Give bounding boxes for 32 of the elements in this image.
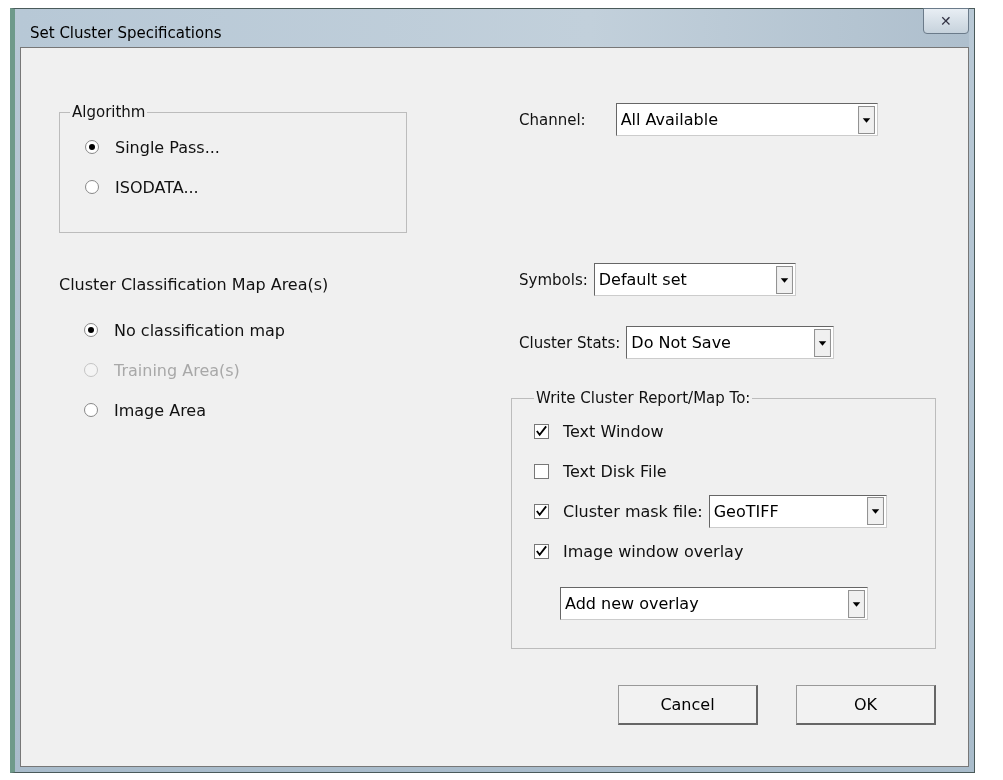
checkbox-label: Image window overlay [563,541,744,561]
radio-label: Image Area [114,400,206,420]
close-button[interactable]: ✕ [923,8,969,34]
field-label: Cluster Stats: [519,333,621,352]
radio-button[interactable] [84,403,98,417]
radio-label: ISODATA... [115,177,199,197]
group-label: Write Cluster Report/Map To: [535,389,752,407]
overlay-dropdown[interactable]: Add new overlay [560,587,868,620]
checkbox-label: Text Disk File [563,461,667,481]
window-title: Set Cluster Specifications [30,24,222,42]
symbols-dropdown[interactable]: Default set [593,263,796,296]
checkbox-label: Text Window [563,421,664,441]
radio-button[interactable] [85,180,99,194]
channel-dropdown[interactable]: All Available [615,103,878,136]
checkbox[interactable] [534,423,549,439]
radio-label: No classification map [114,320,285,340]
radio-label: Single Pass... [115,137,220,157]
field-label: Channel: [519,110,586,129]
checkbox[interactable] [534,503,549,519]
radio-label: Training Area(s) [114,360,240,380]
format-dropdown[interactable]: GeoTIFF [708,494,887,528]
radio-button[interactable] [84,323,98,337]
ok-button[interactable]: OK [796,685,936,725]
checkbox[interactable] [534,463,549,479]
checkbox[interactable] [534,543,549,559]
radio-button[interactable] [85,140,99,154]
section-label: Cluster Classification Map Area(s) [59,275,330,294]
cluster-stats-dropdown[interactable]: Do Not Save [626,326,835,359]
cancel-button[interactable]: Cancel [618,685,758,725]
checkbox-label: Cluster mask file: [563,501,703,521]
field-label: Symbols: [519,270,588,289]
group-label: Algorithm [71,103,147,121]
